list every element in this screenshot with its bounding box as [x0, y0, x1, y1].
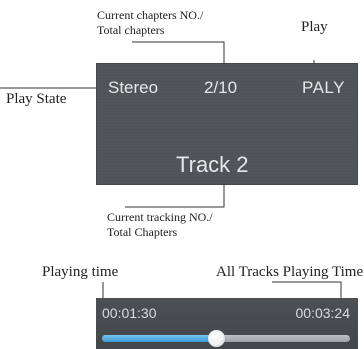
- annotation-tracking-line2: Total Chapters: [107, 225, 178, 239]
- annotation-tracking: Current tracking NO./ Total Chapters: [107, 210, 213, 240]
- annotation-chapters: Current chapters NO./ Total chapters: [97, 8, 203, 38]
- progress-thumb[interactable]: [208, 330, 225, 347]
- annotation-all-tracks-time: All Tracks Playing Time: [216, 264, 364, 280]
- annotation-play-state: Play State: [6, 91, 67, 107]
- total-time: 00:03:24: [295, 305, 351, 321]
- play-state-text: Stereo: [108, 78, 159, 97]
- leader-tracking: [125, 185, 225, 208]
- progress-fill: [102, 335, 216, 342]
- track-label: Track 2: [176, 152, 249, 177]
- playback-progress-panel: 00:01:30 00:03:24: [96, 298, 358, 349]
- chapter-counter: 2/10: [204, 78, 238, 97]
- leader-chapters: [132, 41, 225, 64]
- annotation-playing-time: Playing time: [42, 264, 119, 280]
- leader-all-tracks: [272, 281, 342, 299]
- annotation-chapters-line2: Total chapters: [97, 23, 165, 37]
- play-status-text: PALY: [302, 78, 345, 97]
- elapsed-time: 00:01:30: [102, 305, 157, 321]
- annotation-play: Play: [301, 19, 328, 35]
- player-display-screen: Stereo 2/10 PALY Track 2: [96, 63, 358, 185]
- annotation-tracking-line1: Current tracking NO./: [107, 210, 213, 224]
- annotation-chapters-line1: Current chapters NO./: [97, 8, 204, 22]
